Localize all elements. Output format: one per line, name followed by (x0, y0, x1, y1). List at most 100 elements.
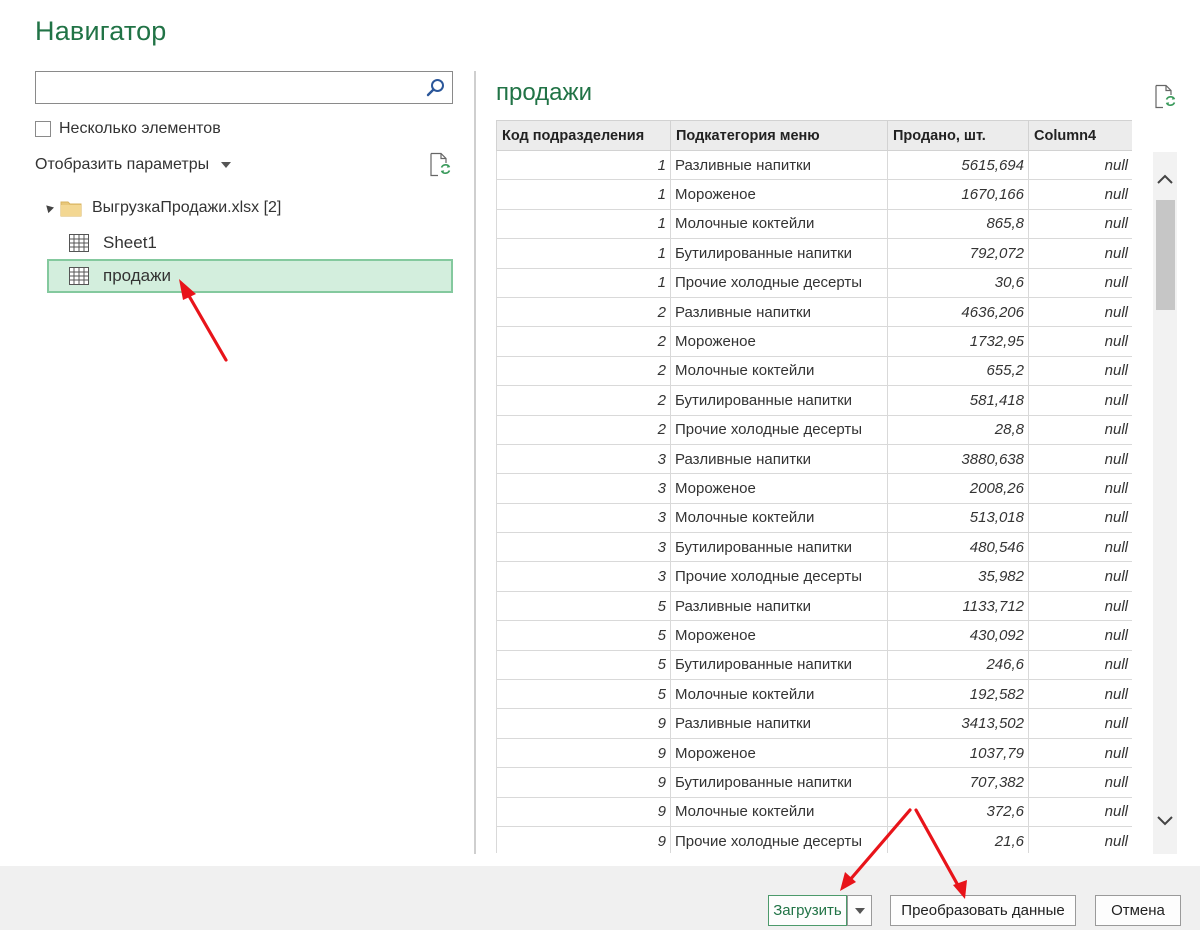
cell-sold-units[interactable]: 1732,95 (887, 326, 1029, 357)
column-header[interactable]: Подкатегория меню (670, 120, 888, 151)
cell-menu-subcategory[interactable]: Молочные коктейли (670, 679, 888, 710)
cell-column4[interactable]: null (1028, 825, 1132, 853)
refresh-icon[interactable] (1153, 84, 1177, 110)
table-row[interactable]: 5 Мороженое 430,092 null (496, 620, 1132, 651)
cell-sold-units[interactable]: 513,018 (887, 502, 1029, 534)
cell-column4[interactable]: null (1028, 149, 1132, 181)
transform-data-button[interactable]: Преобразовать данные (890, 895, 1076, 926)
table-row[interactable]: 9 Молочные коктейли 372,6 null (496, 796, 1132, 827)
cell-column4[interactable]: null (1028, 296, 1132, 328)
cell-division-code[interactable]: 5 (496, 620, 671, 651)
cell-column4[interactable]: null (1028, 179, 1132, 210)
table-row[interactable]: 5 Бутилированные напитки 246,6 null (496, 649, 1132, 681)
cell-menu-subcategory[interactable]: Прочие холодные десерты (670, 414, 888, 445)
cell-sold-units[interactable]: 3880,638 (887, 443, 1029, 475)
cell-menu-subcategory[interactable]: Разливные напитки (670, 296, 888, 328)
table-row[interactable]: 9 Мороженое 1037,79 null (496, 737, 1132, 769)
cell-menu-subcategory[interactable]: Бутилированные напитки (670, 385, 888, 416)
cell-menu-subcategory[interactable]: Мороженое (670, 179, 888, 210)
table-row[interactable]: 1 Мороженое 1670,166 null (496, 179, 1132, 210)
cell-column4[interactable]: null (1028, 238, 1132, 269)
search-field[interactable] (35, 71, 453, 104)
cell-division-code[interactable]: 1 (496, 267, 671, 298)
cell-division-code[interactable]: 9 (496, 708, 671, 739)
cell-menu-subcategory[interactable]: Молочные коктейли (670, 208, 888, 240)
cell-sold-units[interactable]: 372,6 (887, 796, 1029, 827)
load-button[interactable]: Загрузить (768, 895, 847, 926)
cell-menu-subcategory[interactable]: Мороженое (670, 473, 888, 504)
cell-column4[interactable]: null (1028, 385, 1132, 416)
cell-sold-units[interactable]: 4636,206 (887, 296, 1029, 328)
cell-column4[interactable]: null (1028, 796, 1132, 827)
table-row[interactable]: 3 Бутилированные напитки 480,546 null (496, 532, 1132, 563)
column-header[interactable]: Column4 (1028, 120, 1132, 151)
table-row[interactable]: 2 Бутилированные напитки 581,418 null (496, 385, 1132, 416)
cell-sold-units[interactable]: 1037,79 (887, 737, 1029, 769)
cell-division-code[interactable]: 1 (496, 208, 671, 240)
cell-sold-units[interactable]: 35,982 (887, 561, 1029, 592)
cell-menu-subcategory[interactable]: Молочные коктейли (670, 796, 888, 827)
cell-column4[interactable]: null (1028, 620, 1132, 651)
cell-sold-units[interactable]: 246,6 (887, 649, 1029, 681)
search-input[interactable] (36, 72, 421, 103)
cell-sold-units[interactable]: 430,092 (887, 620, 1029, 651)
search-icon[interactable] (424, 76, 448, 100)
cell-column4[interactable]: null (1028, 737, 1132, 769)
cell-menu-subcategory[interactable]: Мороженое (670, 326, 888, 357)
cell-column4[interactable]: null (1028, 767, 1132, 798)
cell-menu-subcategory[interactable]: Бутилированные напитки (670, 532, 888, 563)
table-row[interactable]: 3 Прочие холодные десерты 35,982 null (496, 561, 1132, 592)
cell-column4[interactable]: null (1028, 414, 1132, 445)
table-row[interactable]: 9 Разливные напитки 3413,502 null (496, 708, 1132, 739)
cell-menu-subcategory[interactable]: Бутилированные напитки (670, 649, 888, 681)
cell-menu-subcategory[interactable]: Мороженое (670, 620, 888, 651)
cell-division-code[interactable]: 3 (496, 443, 671, 475)
cell-sold-units[interactable]: 865,8 (887, 208, 1029, 240)
cell-division-code[interactable]: 1 (496, 179, 671, 210)
cell-column4[interactable]: null (1028, 649, 1132, 681)
column-header[interactable]: Код подразделения (496, 120, 671, 151)
table-row[interactable]: 1 Разливные напитки 5615,694 null (496, 149, 1132, 181)
cell-column4[interactable]: null (1028, 326, 1132, 357)
cell-menu-subcategory[interactable]: Разливные напитки (670, 708, 888, 739)
tree-item-sheet1[interactable]: Sheet1 (47, 226, 453, 260)
table-row[interactable]: 1 Бутилированные напитки 792,072 null (496, 238, 1132, 269)
cell-menu-subcategory[interactable]: Молочные коктейли (670, 355, 888, 387)
cell-menu-subcategory[interactable]: Бутилированные напитки (670, 767, 888, 798)
cell-division-code[interactable]: 3 (496, 561, 671, 592)
cell-menu-subcategory[interactable]: Бутилированные напитки (670, 238, 888, 269)
chevron-down-icon[interactable] (1153, 808, 1177, 834)
cell-division-code[interactable]: 5 (496, 649, 671, 681)
table-row[interactable]: 2 Разливные напитки 4636,206 null (496, 296, 1132, 328)
cell-column4[interactable]: null (1028, 443, 1132, 475)
cell-sold-units[interactable]: 28,8 (887, 414, 1029, 445)
cell-menu-subcategory[interactable]: Молочные коктейли (670, 502, 888, 534)
cell-sold-units[interactable]: 21,6 (887, 825, 1029, 853)
cell-division-code[interactable]: 5 (496, 679, 671, 710)
cell-column4[interactable]: null (1028, 679, 1132, 710)
cell-column4[interactable]: null (1028, 590, 1132, 622)
cell-column4[interactable]: null (1028, 267, 1132, 298)
vertical-scrollbar[interactable] (1153, 152, 1177, 854)
cell-column4[interactable]: null (1028, 208, 1132, 240)
cell-menu-subcategory[interactable]: Мороженое (670, 737, 888, 769)
cell-division-code[interactable]: 2 (496, 355, 671, 387)
table-row[interactable]: 5 Разливные напитки 1133,712 null (496, 590, 1132, 622)
cell-division-code[interactable]: 9 (496, 796, 671, 827)
cell-sold-units[interactable]: 792,072 (887, 238, 1029, 269)
cell-sold-units[interactable]: 480,546 (887, 532, 1029, 563)
cell-division-code[interactable]: 3 (496, 532, 671, 563)
cell-sold-units[interactable]: 30,6 (887, 267, 1029, 298)
cell-menu-subcategory[interactable]: Разливные напитки (670, 443, 888, 475)
tree-folder-row[interactable]: ВыгрузкаПродажи.xlsx [2] (43, 197, 281, 219)
table-row[interactable]: 2 Мороженое 1732,95 null (496, 326, 1132, 357)
table-row[interactable]: 9 Прочие холодные десерты 21,6 null (496, 825, 1132, 853)
table-row[interactable]: 3 Разливные напитки 3880,638 null (496, 443, 1132, 475)
collapse-triangle-icon[interactable] (43, 201, 55, 213)
cell-sold-units[interactable]: 3413,502 (887, 708, 1029, 739)
table-row[interactable]: 3 Молочные коктейли 513,018 null (496, 502, 1132, 534)
load-options-button[interactable] (847, 895, 872, 926)
cell-sold-units[interactable]: 707,382 (887, 767, 1029, 798)
cell-division-code[interactable]: 1 (496, 149, 671, 181)
table-row[interactable]: 9 Бутилированные напитки 707,382 null (496, 767, 1132, 798)
